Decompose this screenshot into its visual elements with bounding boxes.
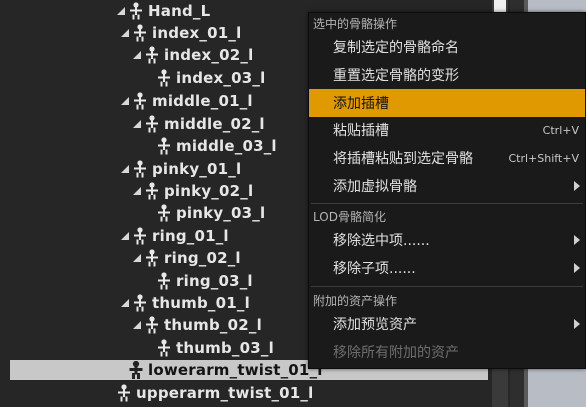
bone-icon xyxy=(132,92,148,110)
submenu-arrow-icon xyxy=(574,181,580,191)
menu-section-lod: LOD骨骼简化 xyxy=(313,209,386,224)
bone-label: upperarm_twist_01_l xyxy=(136,384,314,402)
bone-icon xyxy=(156,69,172,87)
bone-icon xyxy=(132,160,148,178)
menu-item-add-preview-asset[interactable]: 添加预览资产 xyxy=(309,310,585,338)
bone-label: pinky_01_l xyxy=(152,160,242,178)
menu-item-add-socket[interactable]: 添加插槽 xyxy=(309,89,585,117)
expand-arrow-icon[interactable] xyxy=(132,119,142,129)
expand-arrow-icon[interactable] xyxy=(120,164,130,174)
bone-label: thumb_02_l xyxy=(164,316,262,334)
bone-icon xyxy=(132,24,148,42)
bone-icon xyxy=(116,384,132,402)
menu-item-copy-bone-names[interactable]: 复制选定的骨骼命名 xyxy=(309,33,585,61)
menu-item-label: 将插槽粘贴到选定骨骼 xyxy=(333,151,473,167)
expand-arrow-icon[interactable] xyxy=(120,96,130,106)
bone-icon xyxy=(144,316,160,334)
menu-item-paste-socket[interactable]: 粘贴插槽 Ctrl+V xyxy=(309,116,585,144)
menu-item-paste-socket-to-bone[interactable]: 将插槽粘贴到选定骨骼 Ctrl+Shift+V xyxy=(309,144,585,172)
bone-label: thumb_03_l xyxy=(176,339,274,357)
menu-section-selected-bones: 选中的骨骼操作 xyxy=(313,16,398,31)
tree-row[interactable]: upperarm_twist_01_l xyxy=(0,382,510,404)
menu-item-remove-all-assets[interactable]: 移除所有附加的资产 xyxy=(309,338,585,366)
menu-item-label: 添加预览资产 xyxy=(333,317,417,333)
bone-icon xyxy=(132,294,148,312)
menu-item-shortcut: Ctrl+Shift+V xyxy=(508,151,579,165)
bone-icon xyxy=(132,227,148,245)
bone-icon xyxy=(156,137,172,155)
expand-arrow-icon[interactable] xyxy=(120,298,130,308)
menu-item-label: 添加插槽 xyxy=(333,96,389,112)
bone-label: pinky_03_l xyxy=(176,204,266,222)
menu-item-label: 粘贴插槽 xyxy=(333,123,389,139)
expand-arrow-icon[interactable] xyxy=(120,28,130,38)
bone-label: ring_03_l xyxy=(176,272,253,290)
expand-arrow-icon[interactable] xyxy=(132,186,142,196)
bone-label: index_02_l xyxy=(164,46,254,64)
bone-label: ring_01_l xyxy=(152,227,229,245)
bone-icon xyxy=(144,115,160,133)
bone-label: index_03_l xyxy=(176,69,266,87)
submenu-arrow-icon xyxy=(574,235,580,245)
menu-item-label: 移除选中项...... xyxy=(333,233,430,249)
bone-icon xyxy=(144,182,160,200)
menu-item-remove-selected[interactable]: 移除选中项...... xyxy=(309,226,585,254)
bone-label: pinky_02_l xyxy=(164,182,254,200)
bone-label: middle_02_l xyxy=(164,115,265,133)
bone-icon xyxy=(156,339,172,357)
menu-item-shortcut: Ctrl+V xyxy=(542,123,579,137)
expand-arrow-icon[interactable] xyxy=(120,231,130,241)
menu-section-attached-assets: 附加的资产操作 xyxy=(313,293,398,308)
submenu-arrow-icon xyxy=(574,319,580,329)
bone-icon xyxy=(144,46,160,64)
menu-item-label: 移除子项...... xyxy=(333,261,416,277)
menu-item-label: 移除所有附加的资产 xyxy=(333,345,459,361)
expand-arrow-icon[interactable] xyxy=(132,320,142,330)
bone-label: index_01_l xyxy=(152,24,242,42)
bone-label: ring_02_l xyxy=(164,249,241,267)
menu-item-remove-children[interactable]: 移除子项...... xyxy=(309,254,585,282)
bone-label: lowerarm_twist_01_l xyxy=(148,361,323,379)
bone-label: middle_01_l xyxy=(152,92,253,110)
expand-arrow-icon[interactable] xyxy=(132,253,142,263)
menu-item-reset-transforms[interactable]: 重置选定骨骼的变形 xyxy=(309,61,585,89)
bone-icon xyxy=(156,272,172,290)
expand-arrow-icon[interactable] xyxy=(132,50,142,60)
expand-arrow-icon[interactable] xyxy=(116,6,126,16)
bone-label: thumb_01_l xyxy=(152,294,250,312)
menu-item-label: 复制选定的骨骼命名 xyxy=(333,40,459,56)
bone-icon xyxy=(128,361,144,379)
menu-divider xyxy=(311,286,583,287)
bone-icon xyxy=(128,2,144,20)
menu-item-add-virtual-bone[interactable]: 添加虚拟骨骼 xyxy=(309,172,585,200)
menu-item-label: 重置选定骨骼的变形 xyxy=(333,68,459,84)
bone-label: middle_03_l xyxy=(176,137,277,155)
context-menu: 选中的骨骼操作 复制选定的骨骼命名 重置选定骨骼的变形 添加插槽 粘贴插槽 Ct… xyxy=(308,12,586,369)
bone-icon xyxy=(156,204,172,222)
bone-icon xyxy=(144,249,160,267)
submenu-arrow-icon xyxy=(574,263,580,273)
menu-divider xyxy=(311,203,583,204)
bone-label: Hand_L xyxy=(148,2,211,20)
menu-item-label: 添加虚拟骨骼 xyxy=(333,179,417,195)
